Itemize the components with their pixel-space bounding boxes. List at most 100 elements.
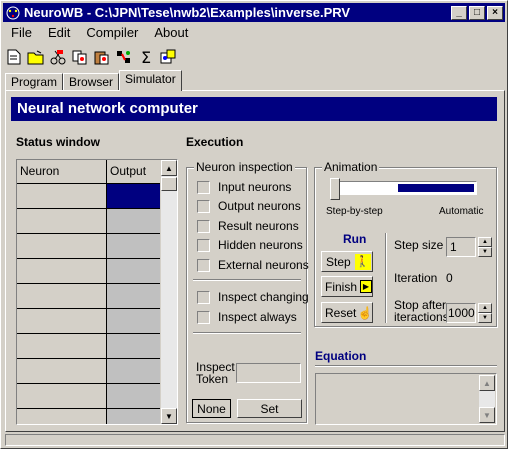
animation-right-label: Automatic xyxy=(439,206,484,217)
menu-file[interactable]: File xyxy=(3,25,40,40)
page-banner: Neural network computer xyxy=(11,97,497,121)
iteration-label: Iteration xyxy=(394,271,438,285)
close-icon: × xyxy=(492,7,498,18)
open-folder-icon[interactable] xyxy=(27,48,45,66)
step-size-input[interactable]: 1 xyxy=(446,237,476,257)
checkbox-box[interactable] xyxy=(197,219,210,233)
tab-browser[interactable]: Browser xyxy=(63,73,120,91)
reset-button-label: Reset xyxy=(325,305,357,320)
stop-after-input[interactable]: 1000 xyxy=(446,303,476,323)
execution-title: Execution xyxy=(186,135,244,149)
paste-neurons-icon[interactable] xyxy=(93,48,111,66)
sum-icon[interactable]: Σ xyxy=(137,48,155,67)
table-row[interactable] xyxy=(17,309,177,334)
table-row[interactable] xyxy=(17,409,177,424)
cut-neurons-icon[interactable] xyxy=(49,48,67,66)
inspect-token-input[interactable] xyxy=(236,363,301,383)
table-row[interactable] xyxy=(17,384,177,409)
checkbox-label: Result neurons xyxy=(218,219,299,233)
spin-up-icon[interactable]: ▲ xyxy=(478,303,492,313)
checkbox-box[interactable] xyxy=(197,258,210,272)
scroll-up-button[interactable]: ▲ xyxy=(161,160,177,176)
separator xyxy=(193,332,301,334)
checkbox-label: Inspect changing xyxy=(218,290,309,304)
finish-button-label: Finish xyxy=(325,279,358,294)
checkbox-external-neurons[interactable]: External neurons xyxy=(197,258,309,272)
table-row[interactable] xyxy=(17,234,177,259)
checkbox-label: External neurons xyxy=(218,258,309,272)
window-title: NeuroWB - C:\JPN\Tese\nwb2\Examples\inve… xyxy=(24,5,351,20)
walking-man-icon: 🚶 xyxy=(354,253,371,270)
toolbar: Σ xyxy=(5,45,177,69)
app-icon xyxy=(6,6,20,19)
close-button[interactable]: × xyxy=(487,5,503,20)
equation-scrollbar[interactable]: ▲ ▼ xyxy=(479,375,495,423)
table-row[interactable] xyxy=(17,334,177,359)
scroll-down-button[interactable]: ▼ xyxy=(479,407,495,423)
animation-left-label: Step-by-step xyxy=(326,206,383,217)
table-row[interactable] xyxy=(17,209,177,234)
menu-edit[interactable]: Edit xyxy=(40,25,78,40)
checkbox-box[interactable] xyxy=(197,310,210,324)
properties-icon[interactable] xyxy=(159,48,177,66)
new-file-icon[interactable] xyxy=(5,48,23,66)
stop-after-spinner[interactable]: ▲ ▼ xyxy=(478,303,492,323)
run-title: Run xyxy=(343,232,367,246)
checkbox-inspect-changing[interactable]: Inspect changing xyxy=(197,290,309,304)
status-grid[interactable]: Neuron Output xyxy=(16,159,178,425)
set-button-label: Set xyxy=(260,401,279,416)
minimize-icon: _ xyxy=(456,7,462,18)
menu-about[interactable]: About xyxy=(146,25,196,40)
checkbox-box[interactable] xyxy=(197,238,210,252)
step-size-value: 1 xyxy=(450,240,457,254)
compile-icon[interactable] xyxy=(115,48,133,66)
checkbox-result-neurons[interactable]: Result neurons xyxy=(197,219,299,233)
status-bar xyxy=(5,434,505,446)
tab-simulator[interactable]: Simulator xyxy=(119,70,182,91)
title-bar: NeuroWB - C:\JPN\Tese\nwb2\Examples\inve… xyxy=(3,3,505,22)
table-row[interactable] xyxy=(17,359,177,384)
grid-header: Neuron Output xyxy=(17,160,177,184)
spin-down-icon[interactable]: ▼ xyxy=(478,247,492,257)
spin-up-icon[interactable]: ▲ xyxy=(478,237,492,247)
iteration-value: 0 xyxy=(446,271,453,285)
menu-compiler[interactable]: Compiler xyxy=(78,25,146,40)
checkbox-output-neurons[interactable]: Output neurons xyxy=(197,199,301,213)
checkbox-inspect-always[interactable]: Inspect always xyxy=(197,310,297,324)
animation-slider-track[interactable] xyxy=(332,181,477,195)
table-row[interactable] xyxy=(17,259,177,284)
col-output-header[interactable]: Output xyxy=(107,160,160,184)
minimize-button[interactable]: _ xyxy=(451,5,467,20)
scroll-up-button[interactable]: ▲ xyxy=(479,375,495,391)
run-separator xyxy=(385,233,387,323)
checkbox-box[interactable] xyxy=(197,199,210,213)
checkbox-label: Output neurons xyxy=(218,199,301,213)
grid-scrollbar[interactable]: ▲ ▼ xyxy=(161,160,177,424)
equation-title: Equation xyxy=(315,349,367,363)
step-size-spinner[interactable]: ▲ ▼ xyxy=(478,237,492,257)
maximize-icon: □ xyxy=(473,7,481,18)
maximize-button[interactable]: □ xyxy=(469,5,485,20)
finish-button[interactable]: Finish ▶ xyxy=(321,276,373,297)
table-row[interactable] xyxy=(17,284,177,309)
checkbox-box[interactable] xyxy=(197,180,210,194)
none-button[interactable]: None xyxy=(192,399,231,418)
copy-neurons-icon[interactable] xyxy=(71,48,89,66)
checkbox-input-neurons[interactable]: Input neurons xyxy=(197,180,291,194)
spin-down-icon[interactable]: ▼ xyxy=(478,313,492,323)
animation-title: Animation xyxy=(322,160,380,174)
animation-slider-thumb[interactable] xyxy=(330,178,340,200)
checkbox-box[interactable] xyxy=(197,290,210,304)
step-button[interactable]: Step 🚶 xyxy=(321,251,373,272)
finish-icon: ▶ xyxy=(360,280,372,293)
tab-program[interactable]: Program xyxy=(5,73,64,91)
status-window-title: Status window xyxy=(16,135,100,149)
table-row[interactable] xyxy=(17,184,177,209)
scroll-down-button[interactable]: ▼ xyxy=(161,408,177,424)
col-neuron-header[interactable]: Neuron xyxy=(17,160,107,184)
set-button[interactable]: Set xyxy=(237,399,302,418)
equation-box[interactable] xyxy=(315,373,497,425)
checkbox-hidden-neurons[interactable]: Hidden neurons xyxy=(197,238,303,252)
reset-button[interactable]: Reset ☝ xyxy=(321,302,373,323)
scroll-thumb[interactable] xyxy=(161,177,177,191)
